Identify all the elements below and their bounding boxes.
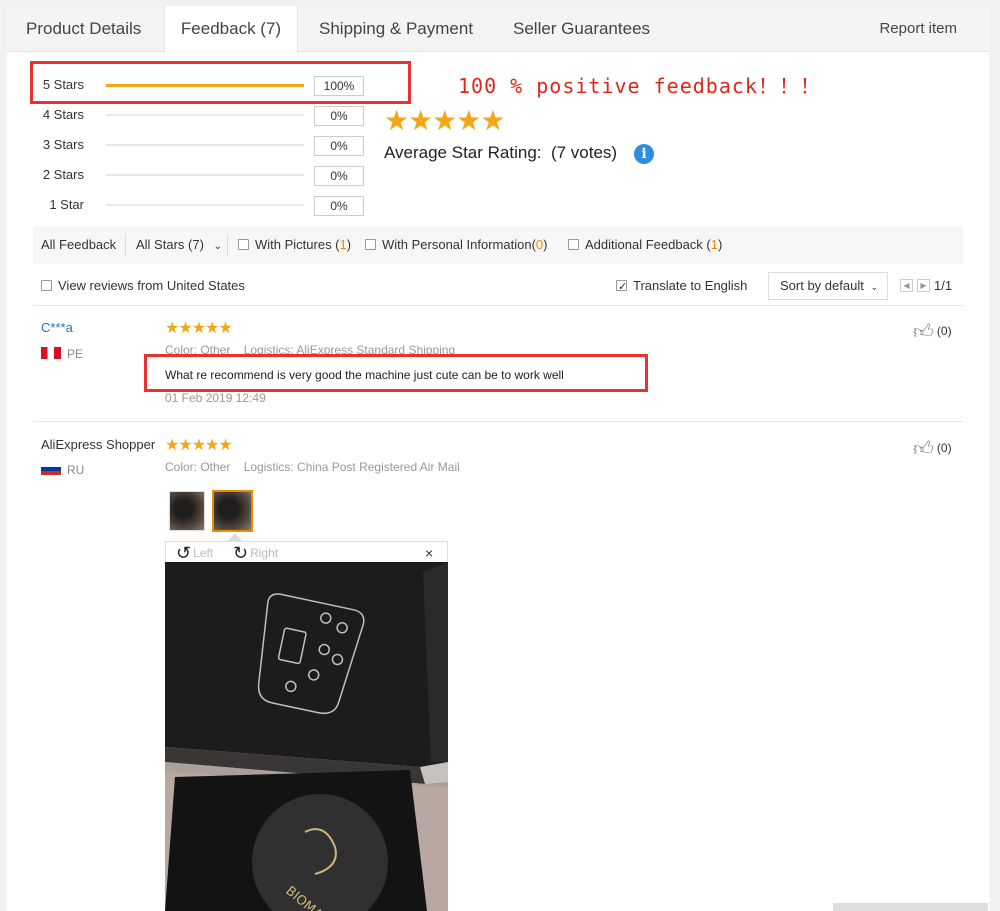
rating-percent: 0% — [314, 196, 364, 216]
rating-percent: 0% — [314, 166, 364, 186]
rating-label: 3 Stars — [42, 137, 84, 152]
rating-percent: 0% — [314, 136, 364, 156]
with-pictures-count: 1 — [339, 237, 347, 252]
rating-bar — [106, 144, 304, 146]
rating-label: 2 Stars — [42, 167, 84, 182]
with-personal-info-filter[interactable]: With Personal Information(0) — [365, 226, 547, 264]
photo-illustration: BIOMASER — [165, 562, 448, 911]
average-star-rating: Average Star Rating: (7 votes) — [384, 143, 617, 163]
pointer-arrow — [228, 533, 242, 541]
peru-flag-icon — [41, 347, 61, 359]
helpful-button[interactable]: 👍︎ (0) — [913, 437, 952, 461]
all-stars-dropdown[interactable]: All Stars (7) ⌄ — [136, 226, 222, 264]
helpful-count: (0) — [936, 324, 952, 338]
rating-bar — [106, 174, 304, 176]
rotate-right-icon: ↻ — [233, 543, 249, 563]
paren: ) — [543, 237, 548, 252]
review-stars: ★★★★★ — [165, 320, 233, 337]
rating-percent: 0% — [314, 106, 364, 126]
feedback-filter-bar: All Feedback All Stars (7) ⌄ With Pictur… — [33, 226, 963, 264]
chevron-down-icon: ⌄ — [870, 282, 878, 292]
with-pictures-filter[interactable]: With Pictures (1) — [238, 226, 351, 264]
highlight-box-5-stars — [30, 61, 411, 104]
checkbox-icon[interactable] — [41, 280, 52, 291]
divider — [227, 234, 228, 256]
rotate-right-label: Right — [250, 546, 279, 560]
rating-label: 1 Star — [49, 197, 84, 212]
translate-option[interactable]: ✓ Translate to English — [616, 276, 747, 296]
all-feedback-filter[interactable]: All Feedback — [41, 226, 116, 264]
tab-feedback[interactable]: Feedback (7) — [164, 6, 298, 53]
review-photo: BIOMASER — [165, 562, 448, 911]
page-indicator: 1/1 — [934, 278, 953, 293]
rating-bar — [106, 114, 304, 116]
review-meta: Color: Other Logistics: China Post Regis… — [165, 460, 460, 474]
view-us-reviews-label: View reviews from United States — [58, 278, 245, 293]
rotate-right-button[interactable]: ↻ Right — [233, 543, 278, 564]
close-icon[interactable]: × — [425, 545, 433, 561]
review-stars: ★★★★★ — [165, 437, 233, 454]
report-item-link[interactable]: Report item — [879, 6, 957, 52]
all-stars-label: All Stars (7) — [136, 237, 204, 252]
country-code: RU — [67, 463, 85, 477]
highlight-box-review — [144, 354, 648, 392]
divider — [125, 234, 126, 256]
view-us-reviews-option[interactable]: View reviews from United States — [41, 276, 245, 296]
rating-label: 4 Stars — [42, 107, 84, 122]
paren: ) — [346, 237, 352, 252]
helpful-button[interactable]: 👍︎ (0) — [913, 320, 952, 344]
tab-shipping-payment[interactable]: Shipping & Payment — [319, 6, 473, 52]
average-label: Average Star Rating: — [384, 143, 542, 162]
rotate-left-icon: ↺ — [176, 543, 192, 563]
vote-count: (7 votes) — [550, 143, 618, 162]
divider — [33, 421, 963, 422]
thumbs-up-icon: 👍︎ — [913, 321, 934, 343]
review-date: 01 Feb 2019 12:49 — [165, 391, 266, 405]
sort-label: Sort by default — [780, 278, 864, 293]
sort-dropdown[interactable]: Sort by default ⌄ — [768, 272, 888, 300]
with-personal-label: With Personal Information( — [382, 237, 536, 252]
checkbox-icon[interactable] — [568, 239, 579, 250]
additional-label: Additional Feedback ( — [585, 237, 711, 252]
additional-feedback-filter[interactable]: Additional Feedback (1) — [568, 226, 722, 264]
with-pictures-label: With Pictures ( — [255, 237, 340, 252]
thumbs-up-icon: 👍︎ — [913, 438, 934, 460]
divider — [33, 305, 963, 306]
chevron-down-icon: ⌄ — [213, 241, 222, 252]
reviewer-name[interactable]: AliExpress Shopper — [41, 437, 155, 452]
tab-seller-guarantees[interactable]: Seller Guarantees — [513, 6, 650, 52]
tab-product-details[interactable]: Product Details — [26, 6, 141, 52]
review-photo-thumbnail-selected[interactable] — [212, 490, 253, 532]
positive-feedback-annotation: 100 % positive feedback！！！ — [458, 74, 821, 98]
average-star-icons: ★★★★★ — [384, 105, 506, 136]
prev-page-icon[interactable]: ◀ — [900, 279, 913, 292]
rotate-left-button[interactable]: ↺ Left — [176, 543, 213, 564]
additional-count: 1 — [710, 237, 718, 252]
reviewer-country: PE — [41, 347, 83, 361]
russia-flag-icon — [41, 463, 61, 475]
reviewer-name[interactable]: C***a — [41, 320, 73, 335]
checkbox-icon[interactable] — [365, 239, 376, 250]
checkbox-checked-icon[interactable]: ✓ — [616, 280, 627, 293]
checkbox-icon[interactable] — [238, 239, 249, 250]
feedback-panel — [7, 6, 989, 911]
country-code: PE — [67, 347, 84, 361]
reviewer-country: RU — [41, 463, 84, 477]
next-page-icon[interactable]: ▶ — [917, 279, 930, 292]
helpful-count: (0) — [936, 441, 952, 455]
translate-label: Translate to English — [633, 278, 748, 293]
info-icon[interactable]: i — [634, 144, 654, 164]
scrollbar[interactable] — [833, 903, 988, 911]
review-photo-thumbnail[interactable] — [169, 491, 205, 531]
rating-bar — [106, 204, 304, 206]
paren: ) — [717, 237, 723, 252]
rotate-left-label: Left — [193, 546, 214, 560]
tab-bar: Product Details Feedback (7) Shipping & … — [7, 6, 989, 53]
